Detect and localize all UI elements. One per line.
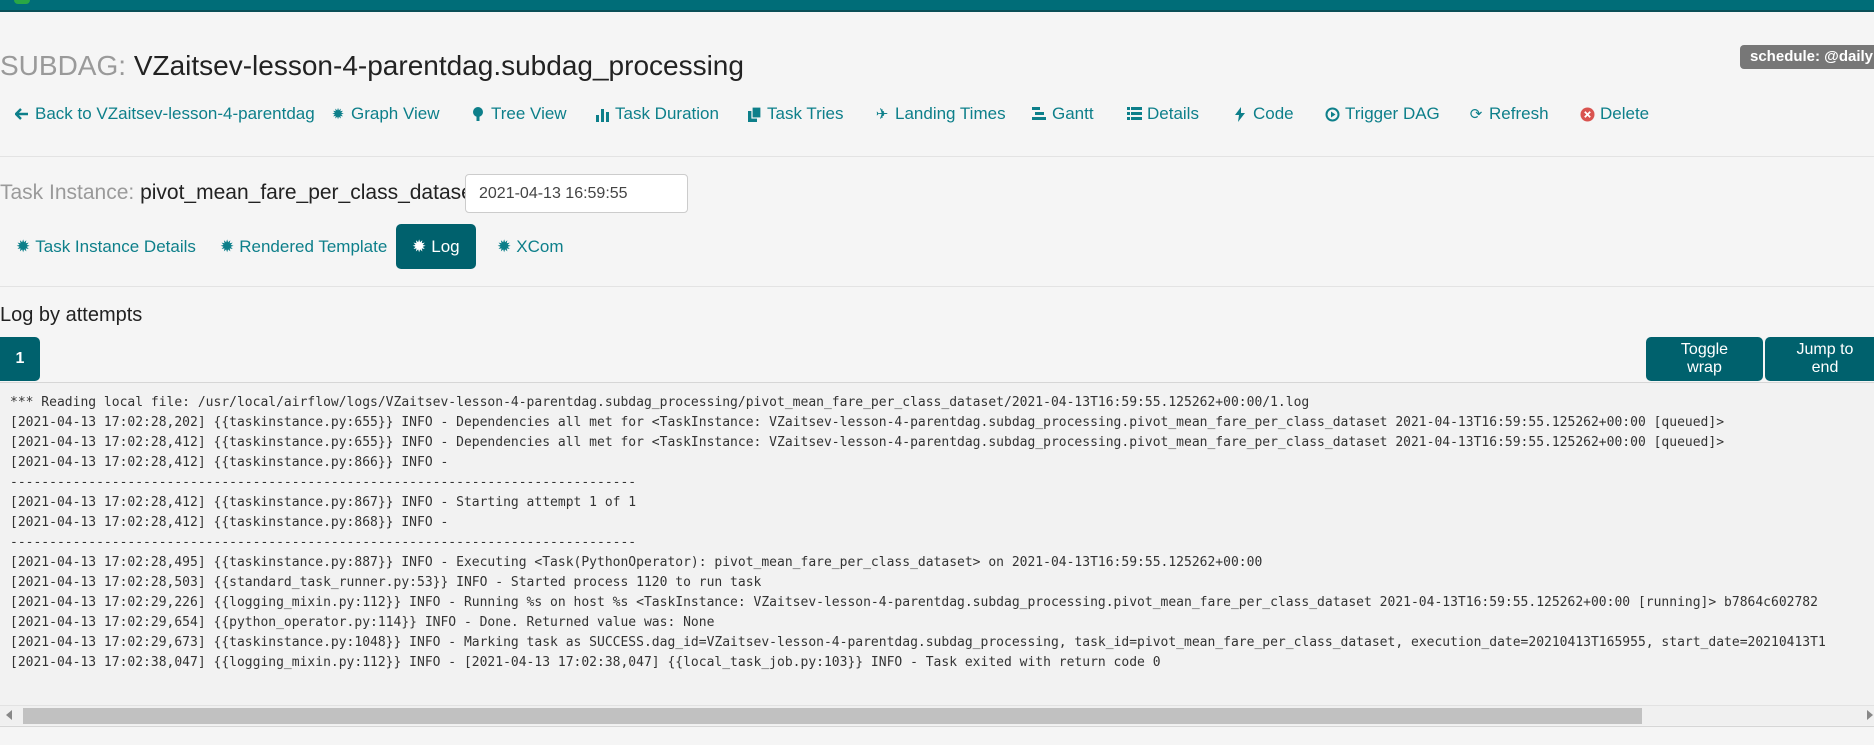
- jump-to-end-button[interactable]: Jump to end: [1765, 337, 1874, 381]
- details-label: Details: [1147, 104, 1199, 123]
- tab-task-instance-details[interactable]: ✹ Task Instance Details: [0, 224, 212, 269]
- tab-label: Log: [431, 236, 460, 256]
- toggle-wrap-button[interactable]: Toggle wrap: [1646, 337, 1763, 381]
- refresh-icon: ⟳: [1469, 106, 1483, 123]
- tab-label: XCom: [516, 236, 564, 256]
- refresh-label: Refresh: [1489, 104, 1549, 123]
- scroll-left-icon[interactable]: [6, 710, 12, 720]
- task-duration-label: Task Duration: [615, 104, 719, 123]
- divider: [0, 286, 1874, 287]
- tab-label: Task Instance Details: [35, 236, 196, 256]
- certificate-icon: ✹: [331, 106, 345, 123]
- trigger-dag-label: Trigger DAG: [1345, 104, 1440, 123]
- details-link[interactable]: Details: [1126, 104, 1199, 124]
- top-navbar: [0, 0, 1874, 12]
- task-instance-prefix: Task Instance:: [0, 181, 135, 204]
- page-title: SUBDAG: VZaitsev-lesson-4-parentdag.subd…: [0, 50, 744, 82]
- airflow-logo[interactable]: [14, 0, 30, 4]
- execution-date-input[interactable]: [465, 174, 688, 213]
- log-line: [2021-04-13 17:02:28,412] {{taskinstance…: [10, 455, 449, 470]
- task-tries-link[interactable]: Task Tries: [746, 104, 844, 124]
- log-line: [2021-04-13 17:02:28,412] {{taskinstance…: [10, 435, 1725, 450]
- certificate-icon: ✹: [16, 236, 31, 256]
- log-line: ----------------------------------------…: [10, 535, 637, 550]
- plane-icon: ✈: [875, 106, 889, 123]
- log-line: [2021-04-13 17:02:38,047] {{logging_mixi…: [10, 655, 1161, 670]
- remove-circle-icon: [1579, 106, 1595, 122]
- log-line: [2021-04-13 17:02:28,503] {{standard_tas…: [10, 575, 762, 590]
- delete-label: Delete: [1600, 104, 1650, 123]
- flash-icon: [1232, 106, 1248, 122]
- log-line: [2021-04-13 17:02:28,495] {{taskinstance…: [10, 555, 1263, 570]
- bar-chart-icon: [594, 106, 610, 122]
- tab-label: Rendered Template: [239, 236, 388, 256]
- task-instance-name: pivot_mean_fare_per_class_dataset: [140, 181, 479, 204]
- log-line: [2021-04-13 17:02:28,202] {{taskinstance…: [10, 415, 1725, 430]
- gantt-link[interactable]: Gantt: [1031, 104, 1094, 124]
- landing-times-label: Landing Times: [895, 104, 1006, 123]
- task-tries-label: Task Tries: [767, 104, 844, 123]
- back-link-label: Back to VZaitsev-lesson-4-parentdag: [35, 104, 315, 123]
- log-line: [2021-04-13 17:02:29,673] {{taskinstance…: [10, 635, 1826, 650]
- duplicate-icon: [746, 106, 762, 122]
- dag-name: VZaitsev-lesson-4-parentdag.subdag_proce…: [133, 50, 744, 81]
- page-title-prefix: SUBDAG:: [0, 50, 127, 81]
- tree-icon: [470, 106, 486, 122]
- gantt-label: Gantt: [1052, 104, 1094, 123]
- graph-view-link[interactable]: ✹ Graph View: [330, 104, 440, 124]
- trigger-dag-link[interactable]: Trigger DAG: [1324, 104, 1440, 124]
- attempt-1-button[interactable]: 1: [0, 337, 40, 381]
- scroll-right-icon[interactable]: [1867, 710, 1873, 720]
- landing-times-link[interactable]: ✈ Landing Times: [874, 104, 1006, 124]
- task-duration-link[interactable]: Task Duration: [594, 104, 719, 124]
- tab-rendered-template[interactable]: ✹ Rendered Template: [204, 224, 403, 269]
- code-link[interactable]: Code: [1232, 104, 1294, 124]
- horizontal-scrollbar[interactable]: [0, 705, 1874, 725]
- delete-link[interactable]: Delete: [1579, 104, 1649, 124]
- log-line: [2021-04-13 17:02:28,412] {{taskinstance…: [10, 515, 449, 530]
- log-line: [2021-04-13 17:02:29,226] {{logging_mixi…: [10, 595, 1818, 610]
- log-heading: Log by attempts: [0, 304, 143, 326]
- log-panel[interactable]: *** Reading local file: /usr/local/airfl…: [0, 382, 1874, 727]
- certificate-icon: ✹: [412, 236, 427, 256]
- graph-view-label: Graph View: [351, 104, 440, 123]
- schedule-badge: schedule: @daily: [1740, 45, 1874, 69]
- scrollbar-thumb[interactable]: [23, 708, 1642, 724]
- log-line: [2021-04-13 17:02:29,654] {{python_opera…: [10, 615, 715, 630]
- log-content: *** Reading local file: /usr/local/airfl…: [10, 393, 1826, 673]
- arrow-left-icon: [14, 106, 30, 122]
- refresh-link[interactable]: ⟳ Refresh: [1468, 104, 1549, 124]
- log-line: [2021-04-13 17:02:28,412] {{taskinstance…: [10, 495, 637, 510]
- task-instance-title: Task Instance: pivot_mean_fare_per_class…: [0, 181, 479, 205]
- tree-view-link[interactable]: Tree View: [470, 104, 567, 124]
- log-line: *** Reading local file: /usr/local/airfl…: [10, 395, 1310, 410]
- tree-view-label: Tree View: [491, 104, 567, 123]
- list-icon: [1126, 106, 1142, 122]
- divider: [0, 156, 1874, 157]
- log-line: ----------------------------------------…: [10, 475, 637, 490]
- certificate-icon: ✹: [497, 236, 512, 256]
- back-link[interactable]: Back to VZaitsev-lesson-4-parentdag: [14, 104, 315, 124]
- tab-log[interactable]: ✹ Log: [396, 224, 476, 269]
- play-circle-icon: [1324, 106, 1340, 122]
- tab-xcom[interactable]: ✹ XCom: [481, 224, 579, 269]
- certificate-icon: ✹: [220, 236, 235, 256]
- gantt-icon: [1031, 106, 1047, 122]
- code-label: Code: [1253, 104, 1294, 123]
